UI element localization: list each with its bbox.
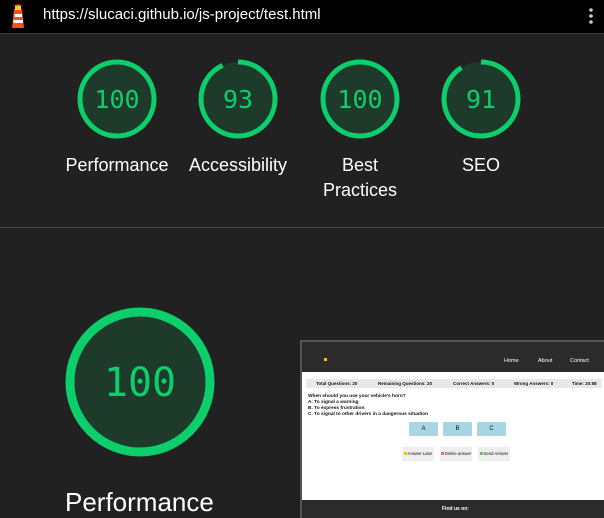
- section-divider: [0, 227, 604, 228]
- browser-address-bar: https://slucaci.github.io/js-project/tes…: [0, 0, 604, 34]
- gauge-ring: 100: [320, 59, 400, 139]
- lighthouse-icon: [7, 4, 29, 34]
- gauge-label: Performance: [65, 155, 169, 175]
- screenshot-nav-contact: Contact: [570, 358, 589, 364]
- screenshot-option-c: C. To signal to other drivers in a dange…: [308, 412, 429, 417]
- screenshot-answer-a: A: [409, 422, 438, 436]
- more-menu-icon[interactable]: [588, 7, 594, 30]
- screenshot-find-us: Find us on:: [442, 506, 469, 512]
- gauge-score: 100: [337, 85, 382, 114]
- screenshot-answer-c: C: [477, 422, 506, 436]
- gauge-ring: 93: [198, 59, 278, 139]
- gauge-performance[interactable]: 100 Performance: [57, 59, 177, 178]
- screenshot-option-a: A. To signal a warning: [308, 400, 359, 405]
- gauge-score: 100: [94, 85, 139, 114]
- gauge-best-practices[interactable]: 100 Best Practices: [300, 59, 420, 203]
- stat-time: Time: 20:58: [572, 381, 597, 386]
- screenshot-logo: [324, 358, 327, 361]
- screenshot-send-answer: Send Answer: [478, 447, 510, 461]
- gauge-label: Accessibility: [188, 155, 288, 175]
- screenshot-question: When should you use your vehicle's horn?: [308, 394, 406, 399]
- screenshot-footer: Find us on:: [302, 500, 604, 518]
- gauge-label: SEO: [461, 155, 500, 175]
- screenshot-nav-about: About: [538, 358, 553, 364]
- gauge-accessibility[interactable]: 93 Accessibility: [178, 59, 298, 178]
- screenshot-option-b: B. To express frustration: [308, 406, 365, 411]
- screenshot-nav-home: Home: [504, 358, 519, 364]
- stat-correct: Correct Answers: 0: [453, 381, 495, 386]
- screenshot-answer-b: B: [443, 422, 472, 436]
- stat-wrong: Wrong Answers: 0: [514, 381, 554, 386]
- gauge-ring: 91: [441, 59, 521, 139]
- stat-total: Total Questions: 20: [316, 381, 358, 386]
- page-url[interactable]: https://slucaci.github.io/js-project/tes…: [43, 6, 321, 23]
- screenshot-stats-bar: Total Questions: 20 Remaining Questions:…: [306, 379, 602, 388]
- gauge-seo[interactable]: 91 SEO: [421, 59, 541, 178]
- gauge-score: 93: [223, 85, 253, 114]
- gauge-label: Best Practices: [322, 155, 398, 200]
- performance-score-large: 100: [104, 360, 176, 406]
- screenshot-delete-answer: Delete answer: [440, 447, 472, 461]
- performance-heading: Performance: [65, 487, 214, 517]
- screenshot-answer-later: Answer Later: [402, 447, 434, 461]
- final-screenshot[interactable]: Home About Contact Total Questions: 20 R…: [300, 340, 604, 518]
- stat-remaining: Remaining Questions: 20: [378, 381, 433, 386]
- screenshot-navbar: Home About Contact: [302, 342, 604, 372]
- gauge-score: 91: [466, 85, 496, 114]
- gauge-ring: 100: [77, 59, 157, 139]
- performance-gauge-large: 100: [65, 307, 215, 457]
